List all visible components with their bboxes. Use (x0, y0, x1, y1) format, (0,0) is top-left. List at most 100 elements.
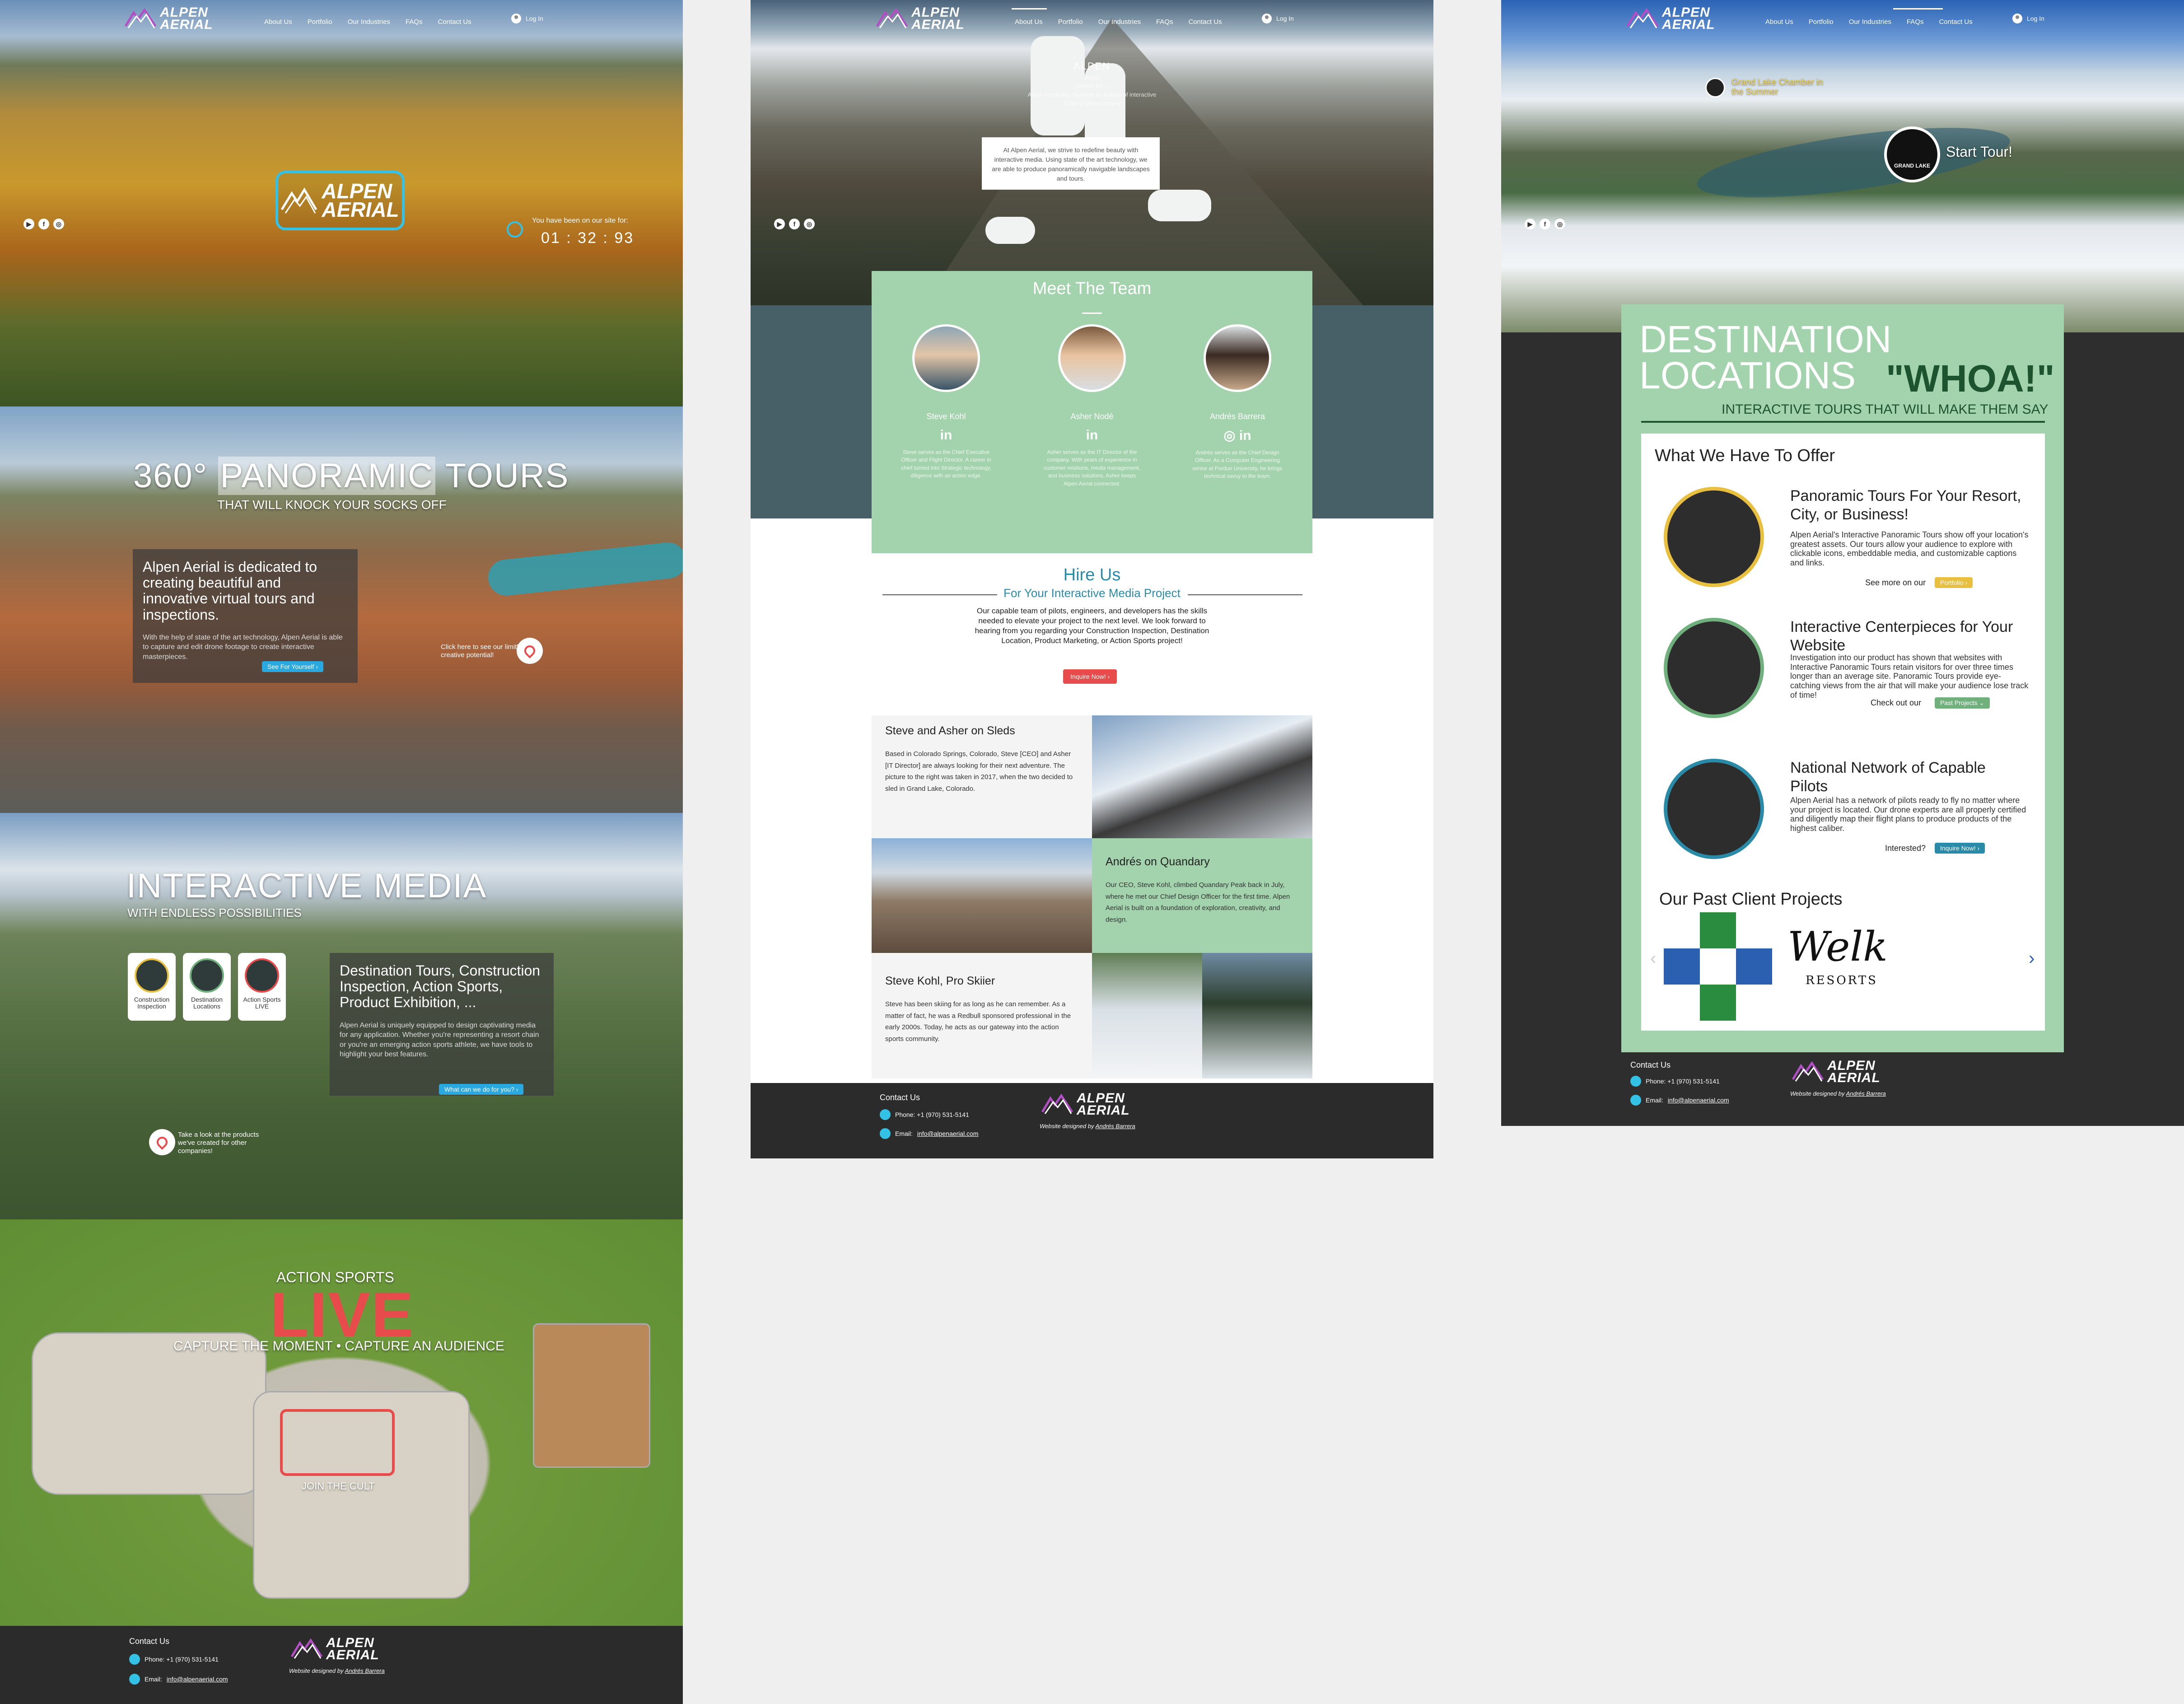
facebook-icon[interactable]: f (38, 219, 49, 229)
member-bio: Asher serves as the IT Director of the c… (1043, 449, 1141, 487)
nav-about[interactable]: About Us (1015, 18, 1043, 26)
instagram-icon[interactable]: ◎ (53, 219, 64, 229)
carousel-prev-icon[interactable]: ‹ (1650, 948, 1656, 969)
login-link[interactable]: Log In (511, 14, 543, 23)
service-pilots: National Network of Capable Pilots Alpen… (1641, 759, 2045, 894)
footer-logo[interactable]: ALPEN AERIAL (1792, 1059, 1881, 1085)
nav-portfolio[interactable]: Portfolio (1058, 18, 1083, 26)
nav-about[interactable]: About Us (1765, 18, 1793, 26)
nav-faqs[interactable]: FAQs (406, 18, 423, 26)
badge-label: Destination Locations (191, 996, 223, 1010)
linkedin-icon[interactable]: in (1239, 428, 1251, 443)
email-icon (129, 1674, 140, 1685)
phone-text: Phone: +1 (970) 531-5141 (145, 1656, 219, 1663)
linkedin-icon[interactable]: in (1042, 428, 1142, 443)
photo-sleds (1092, 715, 1312, 838)
footer-phone[interactable]: Phone: +1 (970) 531-5141 (1630, 1076, 1720, 1087)
login-link[interactable]: Log In (1262, 14, 1294, 23)
designer-link[interactable]: Andrés Barrera (1846, 1090, 1886, 1097)
main-nav: About Us Portfolio Our Industries FAQs C… (1015, 18, 1222, 26)
instagram-icon[interactable]: ◎ (1554, 219, 1565, 229)
site-logo[interactable]: ALPEN AERIAL (125, 6, 213, 32)
footer-phone[interactable]: Phone: +1 (970) 531-5141 (880, 1109, 969, 1120)
about-hero-line: Denver for ... (1075, 83, 1109, 89)
service-title: National Network of Capable Pilots (1790, 759, 1986, 795)
about-page-mockup: ALPEN AERIAL About Us Portfolio Our Indus… (751, 0, 1433, 1158)
portfolio-button[interactable]: Portfolio › (1935, 577, 1973, 588)
destination-title: DESTINATION LOCATIONS (1639, 320, 1891, 394)
nav-industries[interactable]: Our Industries (348, 18, 390, 26)
footer-logo[interactable]: ALPEN AERIAL (291, 1636, 379, 1662)
member-photo (1204, 324, 1271, 392)
start-tour-button[interactable]: Start Tour! (1946, 144, 2012, 160)
join-the-cult-frame[interactable] (280, 1409, 395, 1476)
footer-phone[interactable]: Phone: +1 (970) 531-5141 (129, 1654, 219, 1665)
nav-contact[interactable]: Contact Us (1939, 18, 1972, 26)
youtube-icon[interactable]: ▶ (23, 219, 34, 229)
location-pin-icon[interactable] (517, 638, 543, 664)
footer-email[interactable]: Email: info@alpenaerial.com (1630, 1095, 1729, 1106)
homepage-mockup: ALPEN AERIAL About Us Portfolio Our Indus… (0, 0, 683, 1704)
lake-shape (1693, 113, 2014, 212)
email-link[interactable]: info@alpenaerial.com (1668, 1097, 1729, 1104)
linkedin-icon[interactable]: in (896, 428, 996, 443)
location-pin-icon[interactable] (149, 1129, 175, 1155)
inter-info-card: Destination Tours, Construction Inspecti… (330, 953, 554, 1096)
hero-logo-badge[interactable]: ALPEN AERIAL (275, 171, 405, 230)
grand-lake-logo[interactable]: GRAND LAKE (1884, 126, 1940, 182)
badge-construction[interactable]: Construction Inspection (128, 953, 176, 1021)
badge-destination[interactable]: Destination Locations (183, 953, 231, 1021)
inquire-now-button[interactable]: Inquire Now! › (1935, 843, 1985, 854)
panoramic-section: 360° PANORAMIC TOURS THAT WILL KNOCK YOU… (0, 406, 683, 813)
login-link[interactable]: Log In (2012, 14, 2044, 23)
story-sleds: Steve and Asher on Sleds Based in Colora… (872, 715, 1092, 838)
user-icon (511, 14, 521, 23)
inquire-now-button[interactable]: Inquire Now! › (1063, 669, 1117, 684)
nav-faqs[interactable]: FAQs (1907, 18, 1924, 26)
tagline-rule (1641, 421, 2045, 423)
pano-title-part3: TOURS (445, 457, 569, 495)
email-link[interactable]: info@alpenaerial.com (917, 1130, 979, 1137)
facebook-icon[interactable]: f (1540, 219, 1550, 229)
youtube-icon[interactable]: ▶ (1525, 219, 1535, 229)
join-the-cult-label[interactable]: JOIN THE CULT (302, 1480, 375, 1492)
youtube-icon[interactable]: ▶ (774, 219, 785, 229)
nav-faqs[interactable]: FAQs (1156, 18, 1173, 26)
phone-text: Phone: +1 (970) 531-5141 (895, 1111, 969, 1118)
nav-portfolio[interactable]: Portfolio (308, 18, 332, 26)
hero-section: ALPEN AERIAL About Us Portfolio Our Indus… (0, 0, 683, 406)
footer-logo[interactable]: ALPEN AERIAL (1041, 1092, 1130, 1117)
nav-contact[interactable]: Contact Us (1188, 18, 1222, 26)
client-logo-cross[interactable] (1664, 912, 1772, 1021)
email-icon (880, 1128, 891, 1139)
what-can-we-do-button[interactable]: What can we do for you? › (439, 1084, 524, 1095)
site-logo[interactable]: ALPEN AERIAL (876, 6, 965, 32)
service-title: Panoramic Tours For Your Resort, City, o… (1790, 487, 2021, 523)
nav-portfolio[interactable]: Portfolio (1809, 18, 1834, 26)
instagram-icon[interactable]: ◎ (1223, 428, 1235, 443)
badge-action-sports[interactable]: Action Sports LIVE (238, 953, 286, 1021)
designer-link[interactable]: Andrés Barrera (345, 1667, 385, 1674)
see-for-yourself-button[interactable]: See For Yourself › (262, 661, 324, 672)
site-logo[interactable]: ALPEN AERIAL (1627, 5, 1715, 32)
footer-email[interactable]: Email: info@alpenaerial.com (129, 1674, 228, 1685)
client-logo-welk[interactable]: Welk (1787, 923, 1888, 971)
tour-title-badge[interactable]: Grand Lake Chamber in the Summer (1705, 78, 1831, 98)
nav-industries[interactable]: Our Industries (1849, 18, 1891, 26)
past-projects-button[interactable]: Past Projects ⌄ (1935, 697, 1990, 709)
logo-text-line1: ALPEN (1662, 5, 1710, 20)
facebook-icon[interactable]: f (789, 219, 800, 229)
login-label: Log In (526, 15, 543, 22)
nav-contact[interactable]: Contact Us (438, 18, 471, 26)
carousel-next-icon[interactable]: › (2029, 948, 2035, 969)
snow-patch (985, 217, 1035, 244)
logo-text-line2: AERIAL (911, 17, 965, 32)
footer-email[interactable]: Email: info@alpenaerial.com (880, 1128, 979, 1139)
designer-link[interactable]: Andrés Barrera (1096, 1123, 1135, 1130)
email-link[interactable]: info@alpenaerial.com (167, 1676, 228, 1683)
instagram-icon[interactable]: ◎ (804, 219, 815, 229)
team-member-steve: Steve Kohl in Steve serves as the Chief … (896, 324, 996, 480)
nav-about[interactable]: About Us (264, 18, 292, 26)
story-title: Andrés on Quandary (1106, 855, 1210, 868)
nav-industries[interactable]: Our Industries (1098, 18, 1141, 26)
